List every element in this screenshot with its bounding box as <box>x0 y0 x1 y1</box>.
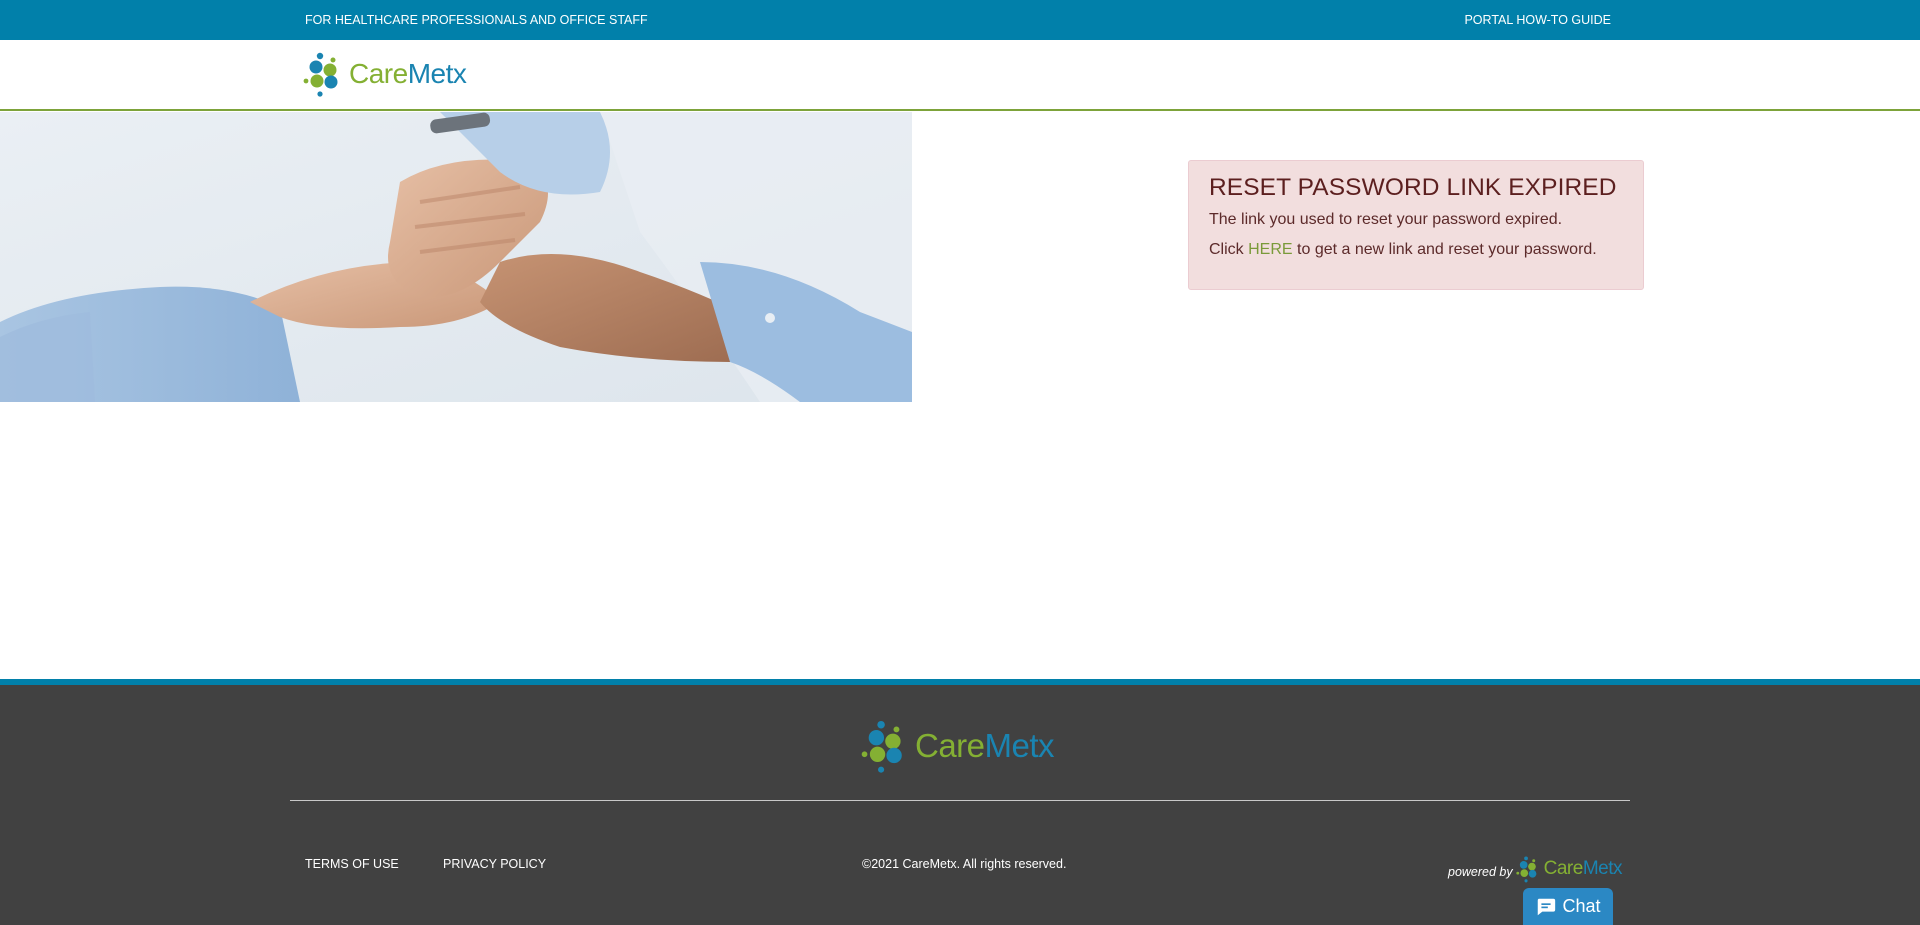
footer-caremetx-logo: CareMetx <box>861 716 1055 776</box>
caremetx-wordmark: CareMetx <box>349 58 467 89</box>
powered-wordmark: CareMetx <box>1543 858 1623 879</box>
footer-divider <box>290 800 1630 801</box>
powered-by-logo: CareMetx <box>1515 854 1623 884</box>
alert-instruction: Click HERE to get a new link and reset y… <box>1209 241 1597 259</box>
audience-text: FOR HEALTHCARE PROFESSIONALS AND OFFICE … <box>305 13 648 27</box>
chat-label: Chat <box>1562 896 1601 916</box>
top-bar: FOR HEALTHCARE PROFESSIONALS AND OFFICE … <box>0 0 1920 40</box>
caremetx-logo[interactable]: CareMetx <box>303 49 467 99</box>
alert-click-text: Click <box>1209 241 1244 258</box>
site-header: CareMetx <box>0 40 1920 111</box>
chat-button[interactable]: Chat <box>1523 888 1613 925</box>
reset-expired-alert: RESET PASSWORD LINK EXPIRED The link you… <box>1188 160 1644 290</box>
powered-logo-mark <box>1515 856 1537 883</box>
terms-of-use-link[interactable]: TERMS OF USE <box>305 857 399 871</box>
copyright-text: ©2021 CareMetx. All rights reserved. <box>862 857 1067 871</box>
chat-bubble-icon <box>1535 896 1557 918</box>
alert-suffix-text: to get a new link and reset your passwor… <box>1297 241 1597 258</box>
privacy-policy-link[interactable]: PRIVACY POLICY <box>443 857 546 871</box>
alert-message: The link you used to reset your password… <box>1209 211 1563 228</box>
alert-title: RESET PASSWORD LINK EXPIRED <box>1209 174 1617 201</box>
caremetx-logo-mark <box>303 52 338 97</box>
footer-logo-mark <box>861 720 902 773</box>
site-footer: CareMetx TERMS OF USE PRIVACY POLICY ©20… <box>0 685 1920 925</box>
powered-by-text: powered by <box>1448 865 1513 879</box>
hero-image <box>0 112 912 402</box>
hands-holding-image <box>0 112 912 402</box>
powered-by: powered by CareMetx <box>1448 854 1623 887</box>
portal-guide-link[interactable]: PORTAL HOW-TO GUIDE <box>1464 13 1611 27</box>
here-link[interactable]: HERE <box>1248 241 1292 258</box>
footer-wordmark: CareMetx <box>915 727 1055 764</box>
